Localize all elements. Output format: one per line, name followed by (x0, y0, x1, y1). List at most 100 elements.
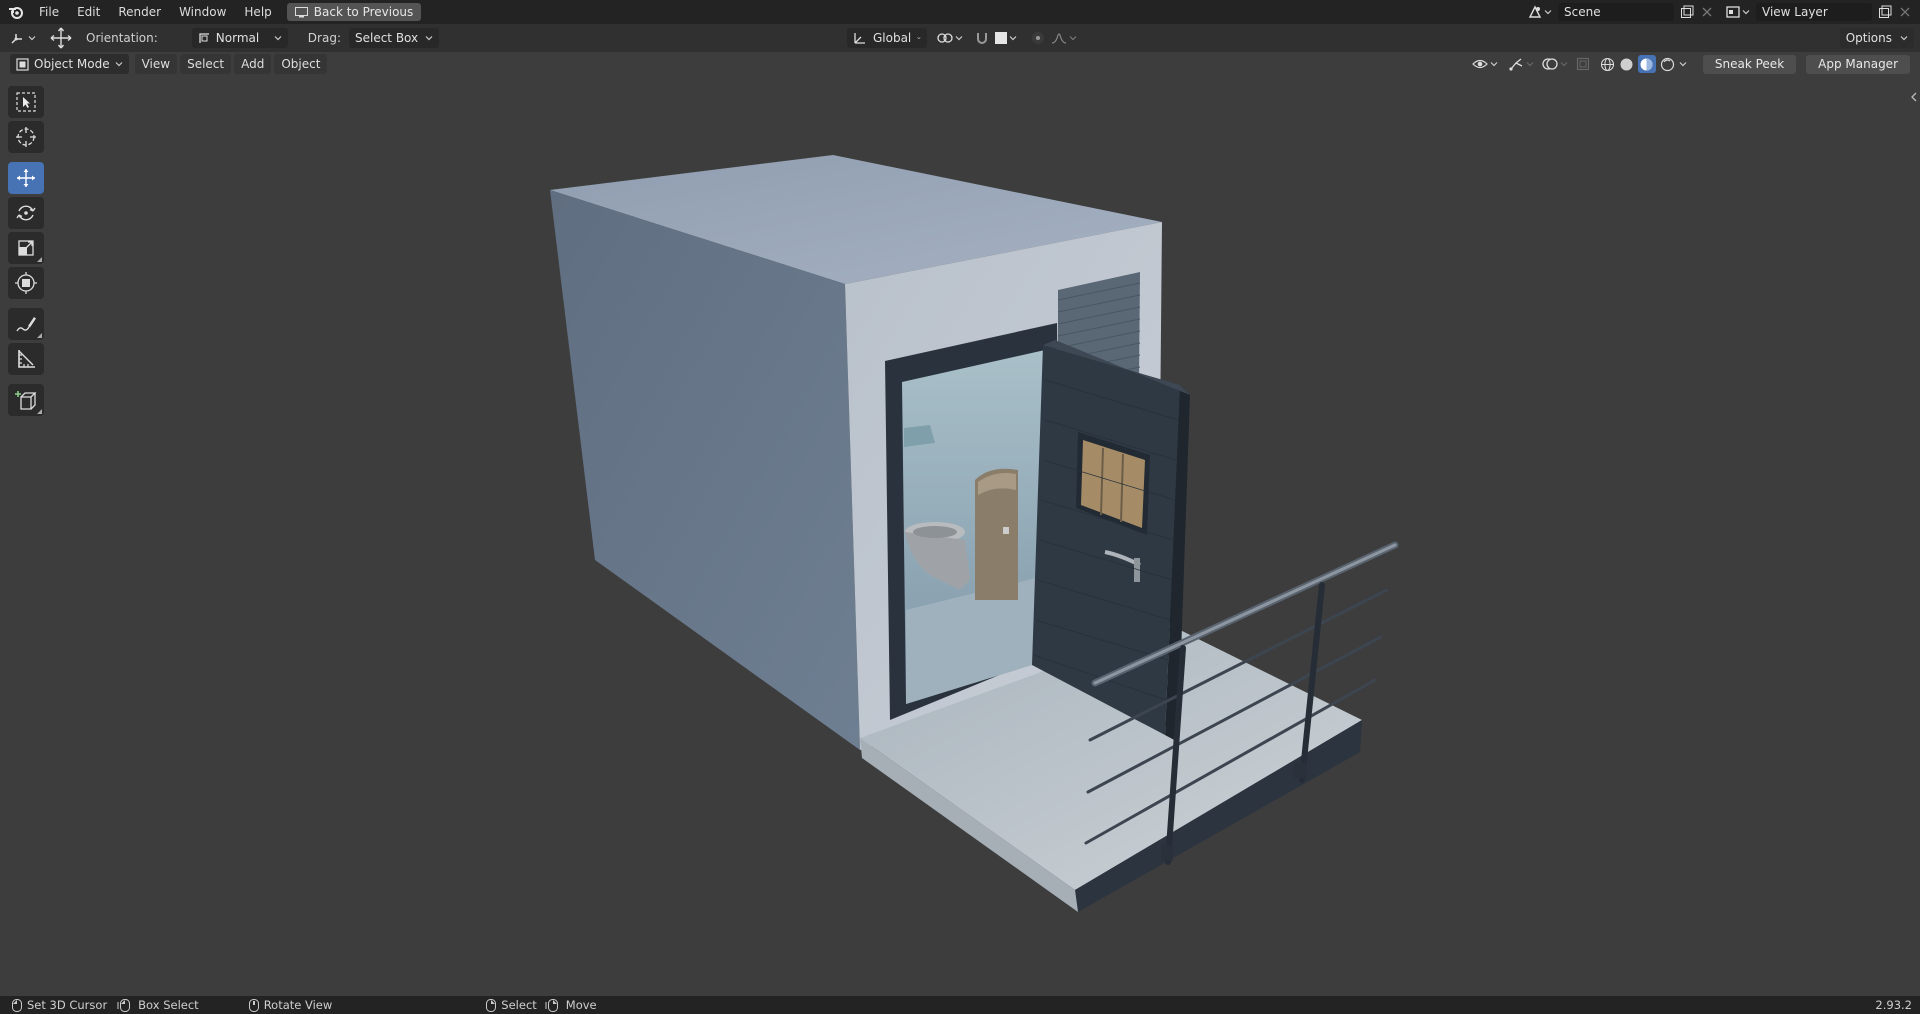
chevron-down-icon (1490, 62, 1498, 67)
add-cube-tool[interactable] (8, 384, 44, 416)
move-icon (17, 169, 35, 187)
close-view-layer-icon[interactable] (1900, 7, 1910, 17)
cabin-vent-grille (1058, 272, 1140, 395)
measure-tool[interactable] (8, 343, 44, 375)
status-bar: Set 3D Cursor Box Select Rotate View Sel… (0, 996, 1920, 1014)
back-to-previous-label: Back to Previous (313, 5, 414, 19)
menu-file[interactable]: File (30, 0, 68, 24)
material-preview-shading-button[interactable] (1637, 55, 1656, 73)
visibility-dropdown[interactable] (1472, 57, 1498, 71)
scene-icon (1528, 5, 1542, 18)
menu-add[interactable]: Add (234, 54, 272, 74)
wireframe-shading-icon[interactable] (1600, 57, 1615, 72)
snap-target-dropdown[interactable] (994, 32, 1017, 44)
annotate-tool[interactable] (8, 308, 44, 340)
menu-object[interactable]: Object (274, 54, 328, 74)
measure-icon (18, 350, 35, 368)
tool-settings-header: Orientation: Normal Drag: Select Box Glo… (0, 24, 1920, 52)
view-layer-name-field[interactable]: View Layer (1756, 3, 1872, 21)
door-frame (885, 323, 1060, 720)
orientation-label: Orientation: (86, 31, 158, 45)
rotate-view-label: Rotate View (263, 998, 333, 1012)
status-set-cursor: Set 3D Cursor (12, 998, 107, 1012)
select-box-tool[interactable] (8, 86, 44, 118)
chevron-down-icon (1742, 10, 1750, 15)
menu-select[interactable]: Select (180, 54, 232, 74)
vent-grille-lines (1057, 282, 1141, 385)
cursor-tool[interactable] (8, 121, 44, 153)
solid-shading-icon[interactable] (1619, 57, 1634, 72)
chevron-down-icon (955, 36, 963, 41)
drag-dropdown[interactable]: Select Box (348, 28, 439, 48)
snap-toggle-icon[interactable] (975, 31, 989, 45)
cabin-model[interactable] (550, 155, 1399, 912)
interior-shelf (904, 425, 935, 447)
blender-logo-icon[interactable] (4, 0, 28, 24)
annotate-icon (16, 317, 36, 332)
drag-label: Drag: (307, 31, 341, 45)
select-box-icon (16, 92, 36, 112)
shading-mode-group (1600, 55, 1687, 73)
editor-type-selector[interactable] (10, 31, 36, 45)
orientation-dropdown[interactable]: Normal (191, 28, 288, 48)
floor-slab-edge (1075, 720, 1362, 912)
app-manager-button[interactable]: App Manager (1806, 54, 1910, 74)
object-mode-dropdown[interactable]: Object Mode (10, 54, 129, 74)
menu-render[interactable]: Render (109, 0, 170, 24)
view-layer-selector[interactable] (1726, 5, 1750, 19)
new-view-layer-icon[interactable] (1878, 5, 1892, 19)
menu-help[interactable]: Help (235, 0, 280, 24)
mouse-left-icon (12, 998, 22, 1012)
snap-increment-icon (994, 32, 1007, 44)
chevron-down-icon (1526, 62, 1534, 67)
back-to-previous-button[interactable]: Back to Previous (286, 3, 422, 21)
floor-slab-top (860, 625, 1362, 890)
rendered-shading-icon[interactable] (1660, 57, 1675, 72)
menu-view[interactable]: View (134, 54, 178, 74)
status-select: Select (486, 998, 537, 1012)
scene-selector[interactable] (1528, 5, 1552, 19)
stair-railing (1084, 541, 1399, 865)
new-scene-icon[interactable] (1680, 5, 1694, 19)
scene-name-field[interactable]: Scene (1558, 3, 1674, 21)
pivot-point-icon (937, 33, 953, 43)
xray-toggle-icon[interactable] (1576, 57, 1590, 71)
overlays-dropdown[interactable] (1542, 57, 1568, 71)
transform-tool[interactable] (8, 267, 44, 299)
top-menu-bar: File Edit Render Window Help Back to Pre… (0, 0, 1920, 24)
mouse-right-icon (486, 998, 497, 1012)
tool-options-corner-icon (37, 257, 42, 262)
chevron-down-icon (115, 62, 123, 67)
options-dropdown[interactable]: Options (1839, 28, 1914, 48)
menu-window[interactable]: Window (170, 0, 235, 24)
move-label: Move (565, 998, 597, 1012)
view-layer-icon (1726, 6, 1740, 18)
viewport-editor-icon (11, 34, 22, 44)
chevron-down-icon[interactable] (1679, 60, 1687, 68)
tool-shelf (8, 86, 48, 419)
sidebar-toggle-icon[interactable] (1910, 92, 1918, 102)
scale-tool[interactable] (8, 232, 44, 264)
pivot-point-dropdown[interactable] (937, 31, 963, 45)
set-cursor-label: Set 3D Cursor (27, 998, 108, 1012)
move-tool[interactable] (8, 162, 44, 194)
transform-icon (15, 272, 37, 294)
viewport-3d-scene (550, 155, 1399, 912)
close-scene-icon[interactable] (1702, 7, 1712, 17)
proportional-falloff-dropdown[interactable] (1051, 32, 1077, 44)
sneak-peek-button[interactable]: Sneak Peek (1702, 54, 1797, 74)
rotate-tool[interactable] (8, 197, 44, 229)
transform-orientation-dropdown[interactable]: Global (846, 28, 927, 48)
eye-icon (1472, 59, 1488, 69)
add-cube-icon (15, 391, 37, 410)
chevron-down-icon (1544, 10, 1552, 15)
mouse-drag-right-icon (545, 998, 558, 1012)
gizmo-dropdown[interactable] (1508, 57, 1534, 71)
object-mode-label: Object Mode (34, 57, 110, 71)
interior-floor (906, 575, 1048, 704)
cabin-left-wall (550, 190, 860, 750)
menu-edit[interactable]: Edit (68, 0, 109, 24)
object-mode-icon (16, 57, 29, 71)
tool-options-corner-icon (37, 409, 42, 414)
proportional-editing-icon[interactable] (1031, 31, 1045, 45)
